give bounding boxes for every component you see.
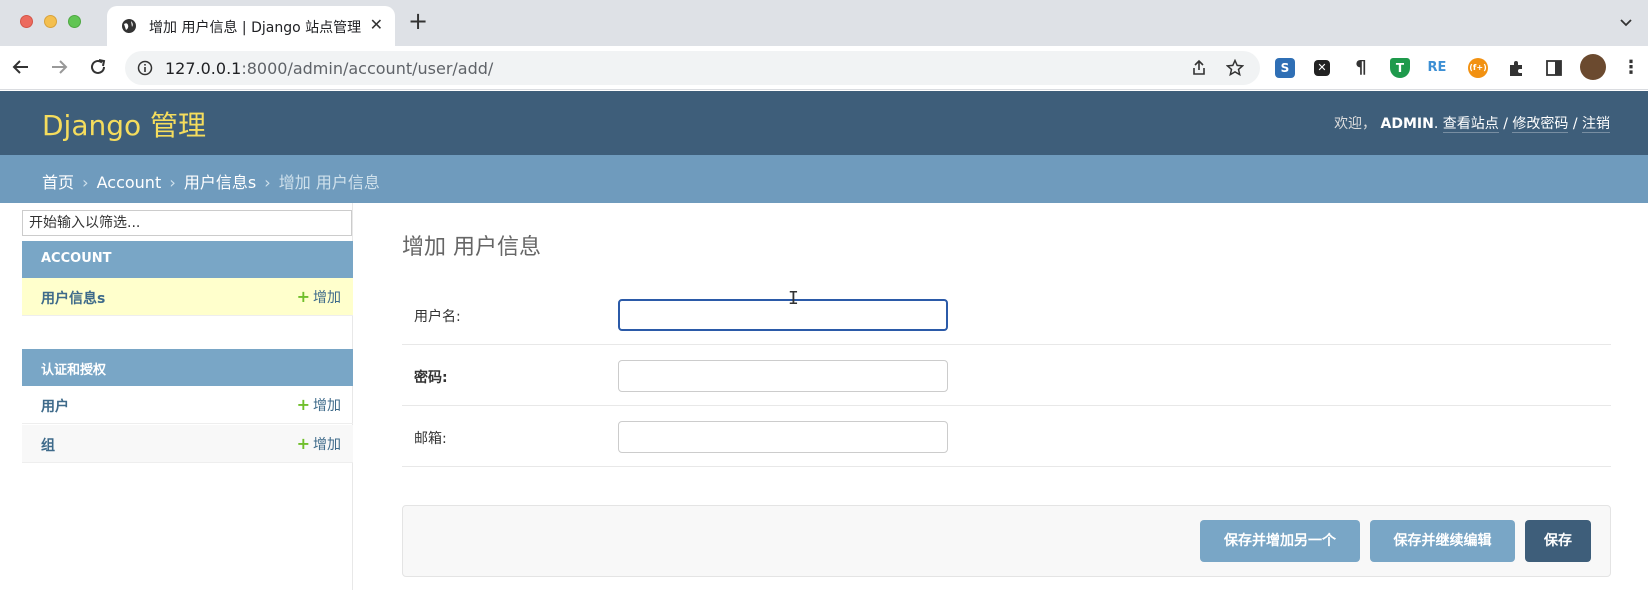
chevron-down-icon[interactable] [1618,14,1634,30]
username-label: 用户名: [414,309,461,325]
form-row-email: 邮箱: [402,406,1611,467]
email-label: 邮箱: [414,431,447,447]
share-icon[interactable] [1190,59,1208,77]
browser-tab-bar: 增加 用户信息 | Django 站点管理 ✕ + [0,0,1648,46]
model-link-groups[interactable]: 组 [41,435,55,455]
puzzle-icon[interactable] [1506,58,1526,78]
view-site-link[interactable]: 查看站点 [1442,116,1499,133]
extension-s-icon[interactable]: S [1275,58,1295,78]
sidebar-item-groups: 组 + 增加 [22,425,353,463]
sidepanel-icon[interactable] [1544,58,1564,78]
nav-sidebar: ACCOUNT 用户信息s +增加 认证和授权 用户 +增加 组 +增加 [0,203,353,590]
window-zoom-button[interactable] [68,15,81,28]
save-button[interactable]: 保存 [1525,520,1591,562]
sidebar-item-user-info: 用户信息s + 增加 [22,278,353,316]
menu-icon[interactable]: ⋮ [1622,58,1640,78]
window-minimize-button[interactable] [44,15,57,28]
model-link-users[interactable]: 用户 [41,396,69,416]
logout-link[interactable]: 注销 [1582,116,1610,133]
submit-row: 保存并增加另一个 保存并继续编辑 保存 [402,505,1611,577]
avatar[interactable] [1580,54,1606,80]
save-and-continue-button[interactable]: 保存并继续编辑 [1370,520,1515,562]
window-close-button[interactable] [20,15,33,28]
password-label: 密码: [414,370,448,386]
url-text: 127.0.0.1:8000/admin/account/user/add/ [165,59,494,78]
browser-toolbar: 127.0.0.1:8000/admin/account/user/add/ S… [0,46,1648,90]
breadcrumb-model[interactable]: 用户信息s [184,173,256,192]
info-icon[interactable] [137,60,153,76]
extension-fx-icon[interactable]: (f+) [1468,58,1488,78]
module-caption-auth[interactable]: 认证和授权 [22,349,353,386]
forward-icon[interactable] [48,56,70,78]
email-field[interactable] [618,421,948,453]
username: ADMIN [1380,116,1434,132]
breadcrumb-current: 增加 用户信息 [278,173,380,192]
add-group-link[interactable]: + 增加 [297,434,341,454]
plus-icon: + [296,287,310,306]
close-icon[interactable]: ✕ [370,15,383,34]
add-user-info-link[interactable]: + 增加 [297,287,341,307]
tab-title: 增加 用户信息 | Django 站点管理 [149,20,362,36]
extension-re-icon[interactable]: RE [1427,58,1447,78]
user-tools: 欢迎， ADMIN. 查看站点 / 修改密码 / 注销 [1334,116,1610,133]
site-branding[interactable]: Django 管理 [42,104,206,144]
sidebar-item-users: 用户 + 增加 [22,386,353,424]
extension-shield-icon[interactable]: T [1390,58,1410,78]
nav-filter-input[interactable] [22,210,352,236]
add-user-link[interactable]: + 增加 [297,395,341,415]
globe-icon [122,19,136,33]
save-and-add-another-button[interactable]: 保存并增加另一个 [1200,520,1360,562]
plus-icon: + [296,395,310,414]
username-field[interactable] [618,299,948,331]
change-password-link[interactable]: 修改密码 [1512,116,1569,133]
page-title: 增加 用户信息 [402,235,541,260]
form-row-username: 用户名: [402,284,1611,345]
plus-icon[interactable]: + [408,9,428,33]
text-cursor-icon: I [788,288,799,309]
back-icon[interactable] [10,56,32,78]
star-icon[interactable] [1226,59,1244,77]
extension-x-icon[interactable]: ✕ [1314,60,1330,76]
breadcrumb: 首页 › Account › 用户信息s › 增加 用户信息 [0,155,1648,203]
form-row-password: 密码: [402,345,1611,406]
site-header: Django 管理 欢迎， ADMIN. 查看站点 / 修改密码 / 注销 [0,91,1648,155]
breadcrumb-home[interactable]: 首页 [42,173,74,192]
module-caption-account[interactable]: ACCOUNT [22,241,353,278]
password-field[interactable] [618,360,948,392]
plus-icon: + [296,434,310,453]
breadcrumb-app[interactable]: Account [97,173,162,192]
welcome-text: 欢迎， [1334,116,1377,132]
reload-icon[interactable] [87,56,109,78]
browser-tab[interactable]: 增加 用户信息 | Django 站点管理 ✕ [107,6,395,46]
address-bar[interactable]: 127.0.0.1:8000/admin/account/user/add/ [125,51,1260,85]
extension-pilcrow-icon[interactable]: ¶ [1351,58,1371,78]
model-link-user-info[interactable]: 用户信息s [41,288,105,308]
